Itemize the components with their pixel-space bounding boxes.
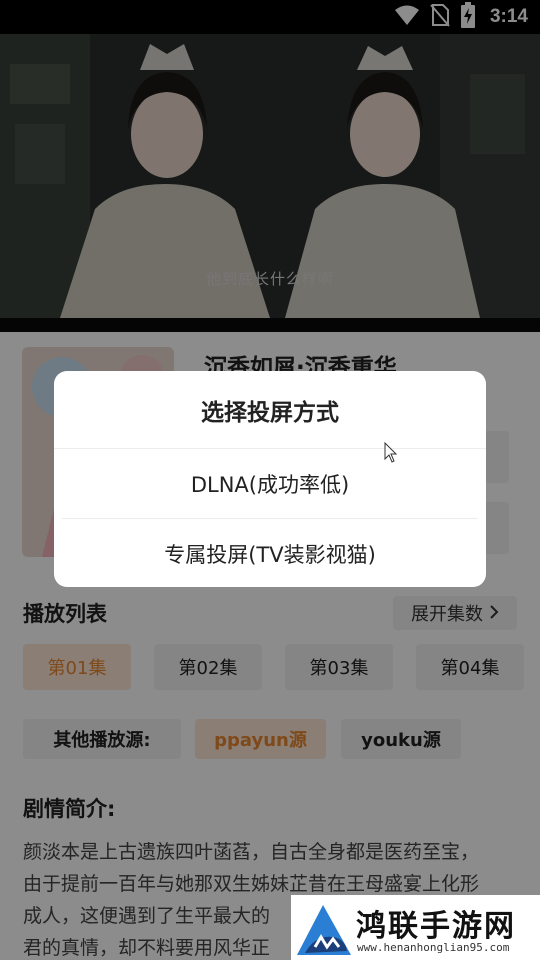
dlna-option[interactable]: DLNA(成功率低) <box>54 449 486 518</box>
dialog-title: 选择投屏方式 <box>54 371 486 449</box>
exclusive-cast-option[interactable]: 专属投屏(TV装影视猫) <box>54 519 486 587</box>
watermark-url: www.henanhonglian95.com <box>357 941 510 954</box>
watermark-logo-icon <box>297 905 351 955</box>
watermark-text: 鸿联手游网 <box>356 909 516 944</box>
mouse-pointer-icon <box>384 441 398 468</box>
cast-method-dialog: 选择投屏方式 DLNA(成功率低) 专属投屏(TV装影视猫) <box>54 371 486 587</box>
site-watermark: 鸿联手游网 www.henanhonglian95.com <box>291 895 540 960</box>
